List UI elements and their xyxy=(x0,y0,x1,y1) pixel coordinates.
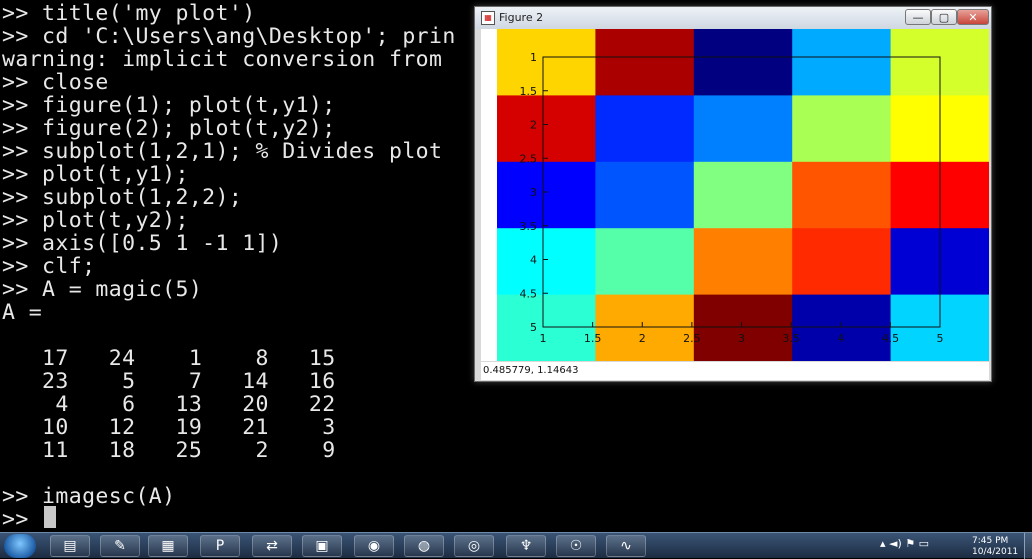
heatmap-cell xyxy=(497,294,596,361)
terminal-line: >> plot(t,y2); xyxy=(2,208,189,233)
notes-icon[interactable]: ✎ xyxy=(100,535,140,557)
x-tick-label: 3 xyxy=(738,332,745,345)
x-tick-label: 3.5 xyxy=(782,332,800,345)
minimize-button[interactable]: — xyxy=(905,9,931,25)
terminal-line: >> figure(1); plot(t,y1); xyxy=(2,93,336,118)
taskbar: ▤ ✎ ▦ P ⇄ ▣ ◉ ◍ ◎ ♆ ☉ ∿ ▴ ◄) ⚑ ▭ 7:45 PM 10/4/2011 xyxy=(0,532,1032,559)
terminal-line: 4 6 13 20 22 xyxy=(2,392,336,417)
y-tick-label: 4 xyxy=(530,254,537,267)
heatmap-cell xyxy=(497,95,596,163)
terminal-line: >> figure(2); plot(t,y2); xyxy=(2,116,336,141)
terminal-line: 23 5 7 14 16 xyxy=(2,369,336,394)
terminal-line: >> plot(t,y1); xyxy=(2,162,189,187)
terminal-line: >> A = magic(5) xyxy=(2,277,203,302)
heatmap-cell xyxy=(792,161,892,229)
x-tick-label: 1.5 xyxy=(584,332,602,345)
network-icon[interactable]: ⇄ xyxy=(252,535,292,557)
terminal-line: >> axis([0.5 1 -1 1]) xyxy=(2,231,283,256)
x-tick-label: 2.5 xyxy=(683,332,701,345)
heatmap-cell xyxy=(693,29,793,96)
heatmap-cell xyxy=(693,95,793,163)
y-tick-label: 2 xyxy=(530,119,537,132)
terminal-line: >> cd 'C:\Users\ang\Desktop'; prin xyxy=(2,24,456,49)
close-button[interactable]: ✕ xyxy=(957,9,989,25)
terminal-line: >> title('my plot') xyxy=(2,1,256,26)
y-tick-label: 1 xyxy=(530,51,537,64)
figure-window-title: Figure 2 xyxy=(499,11,544,24)
y-tick-label: 1.5 xyxy=(520,85,538,98)
terminal-line: >> xyxy=(2,507,43,532)
heatmap-cell xyxy=(693,161,793,229)
system-tray[interactable]: ▴ ◄) ⚑ ▭ xyxy=(880,537,929,550)
terminal-line: 10 12 19 21 3 xyxy=(2,415,336,440)
camera-icon[interactable]: ◉ xyxy=(354,535,394,557)
clock-time[interactable]: 7:45 PM xyxy=(972,536,1008,546)
terminal-line: >> subplot(1,2,2); xyxy=(2,185,243,210)
terminal-line: >> imagesc(A) xyxy=(2,484,176,509)
start-button[interactable] xyxy=(4,534,36,558)
show-desktop-button[interactable] xyxy=(1024,533,1032,559)
figure-window[interactable]: ▦ Figure 2 — ▢ ✕ 1 1.5 2 2.5 3 3.5 4 4.5 5 1 1.5 2 2… xyxy=(474,6,992,382)
heatmap-cell xyxy=(595,228,695,296)
powerpoint-icon[interactable]: P xyxy=(200,535,240,557)
heatmap-cell xyxy=(792,228,892,296)
y-tick-label: 5 xyxy=(530,321,537,334)
heatmap-cell xyxy=(497,228,596,296)
heatmap-cell xyxy=(497,161,596,229)
y-tick-label: 3 xyxy=(530,186,537,199)
heatmap-cell xyxy=(497,29,596,96)
x-tick-label: 2 xyxy=(639,332,646,345)
heatmap-cell xyxy=(595,161,695,229)
x-tick-label: 1 xyxy=(540,332,547,345)
film-icon[interactable]: ▦ xyxy=(148,535,188,557)
skype-icon[interactable]: ☉ xyxy=(556,535,596,557)
terminal-line: 17 24 1 8 15 xyxy=(2,346,336,371)
cursor-coordinates-readout: 0.485779, 1.14643 xyxy=(481,362,989,380)
octave-plot-icon[interactable]: ∿ xyxy=(606,535,646,557)
heatmap-cell xyxy=(693,294,793,361)
remote-desktop-icon[interactable]: ▣ xyxy=(302,535,342,557)
figure-app-icon: ▦ xyxy=(481,11,495,25)
y-tick-label: 4.5 xyxy=(520,287,538,300)
x-tick-label: 5 xyxy=(937,332,944,345)
terminal-line: warning: implicit conversion from xyxy=(2,47,443,72)
heatmap-cell xyxy=(792,294,892,361)
terminal-line: >> close xyxy=(2,70,109,95)
heatmap-cell xyxy=(792,95,892,163)
chrome-icon[interactable]: ◍ xyxy=(404,535,444,557)
terminal-line: 11 18 25 2 9 xyxy=(2,438,336,463)
x-tick-label: 4.5 xyxy=(882,332,900,345)
figure-titlebar[interactable]: ▦ Figure 2 — ▢ ✕ xyxy=(475,7,991,29)
heatmap-cell xyxy=(595,294,695,361)
terminal-line: >> subplot(1,2,1); % Divides plot xyxy=(2,139,443,164)
terminal-line: >> clf; xyxy=(2,254,96,279)
terminal-line: A = xyxy=(2,300,43,325)
heatmap-cell xyxy=(792,29,892,96)
explorer-icon[interactable]: ▤ xyxy=(50,535,90,557)
y-tick-label: 3.5 xyxy=(520,220,538,233)
x-tick-label: 4 xyxy=(837,332,844,345)
figure-canvas[interactable]: 1 1.5 2 2.5 3 3.5 4 4.5 5 1 1.5 2 2.5 3 3.5 4 4.5 5 xyxy=(481,29,989,361)
recorder-icon[interactable]: ◎ xyxy=(454,535,494,557)
heatmap-cell xyxy=(595,95,695,163)
clock-date[interactable]: 10/4/2011 xyxy=(972,547,1018,557)
python-icon[interactable]: ♆ xyxy=(506,535,546,557)
text-cursor xyxy=(44,506,56,528)
y-tick-label: 2.5 xyxy=(520,152,538,165)
heatmap-cell xyxy=(693,228,793,296)
heatmap-cell xyxy=(595,29,695,96)
heatmap-plot[interactable]: 1 1.5 2 2.5 3 3.5 4 4.5 511.522.533.544.55 xyxy=(481,29,989,361)
maximize-button[interactable]: ▢ xyxy=(931,9,957,25)
